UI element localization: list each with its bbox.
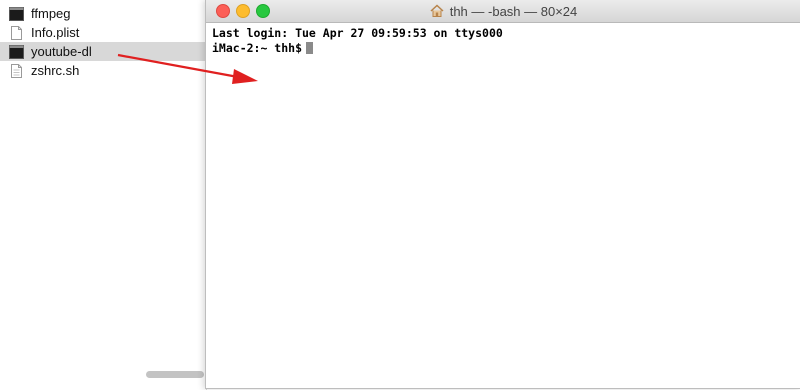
horizontal-scrollbar[interactable]: [146, 371, 204, 378]
document-icon: [11, 25, 22, 40]
file-item-info-plist[interactable]: Info.plist: [0, 23, 206, 42]
file-name: youtube-dl: [31, 44, 92, 59]
title-bar[interactable]: thh — -bash — 80×24: [206, 0, 800, 23]
window-title-text: thh — -bash — 80×24: [449, 3, 578, 19]
document-icon: [11, 63, 22, 78]
home-folder-icon: [430, 4, 444, 17]
prompt-line: iMac-2:~ thh$: [212, 41, 795, 56]
file-item-youtube-dl[interactable]: youtube-dl: [0, 42, 206, 61]
shell-prompt: iMac-2:~ thh$: [212, 41, 303, 55]
executable-icon: [9, 6, 24, 21]
terminal-output[interactable]: Last login: Tue Apr 27 09:59:53 on ttys0…: [212, 26, 795, 56]
file-name: zshrc.sh: [31, 63, 80, 78]
finder-file-list-panel: ffmpeg Info.plist youtube-dl zshrc.sh: [0, 0, 207, 390]
text-cursor: [306, 42, 314, 54]
file-item-ffmpeg[interactable]: ffmpeg: [0, 4, 206, 23]
window-title: thh — -bash — 80×24: [206, 0, 800, 22]
executable-icon: [9, 44, 24, 59]
file-item-zshrc-sh[interactable]: zshrc.sh: [0, 61, 206, 80]
terminal-window[interactable]: thh — -bash — 80×24 Last login: Tue Apr …: [205, 0, 800, 389]
last-login-line: Last login: Tue Apr 27 09:59:53 on ttys0…: [212, 26, 503, 40]
file-list: ffmpeg Info.plist youtube-dl zshrc.sh: [0, 4, 206, 80]
file-name: Info.plist: [31, 25, 80, 40]
file-name: ffmpeg: [31, 6, 71, 21]
